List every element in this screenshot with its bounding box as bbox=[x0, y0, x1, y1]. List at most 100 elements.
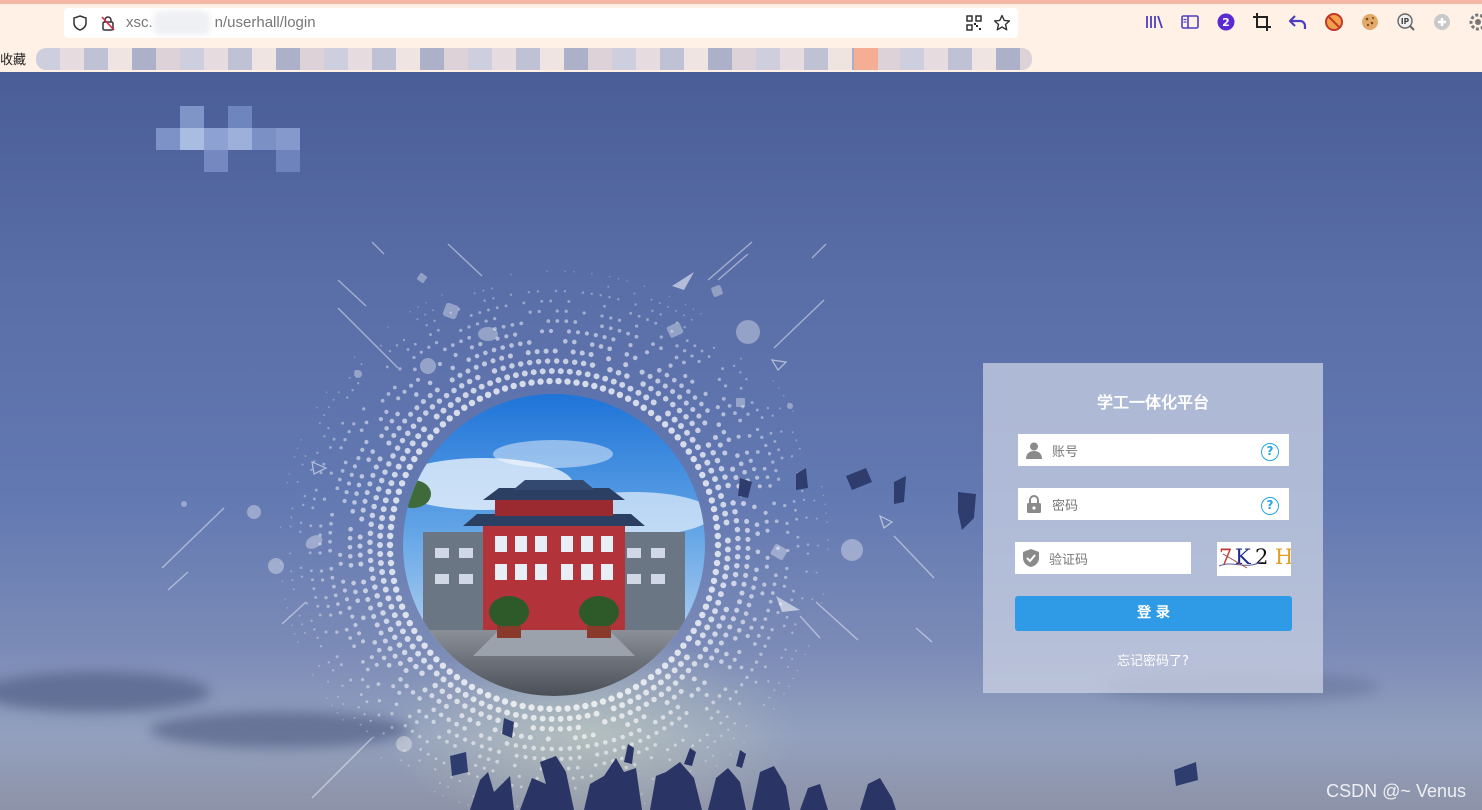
halo-dot bbox=[796, 544, 800, 548]
halo-dot bbox=[535, 776, 539, 781]
extension-puzzle-icon[interactable] bbox=[1432, 12, 1452, 32]
halo-dot bbox=[367, 557, 374, 564]
halo-dot bbox=[572, 735, 578, 741]
halo-dot bbox=[387, 326, 389, 328]
halo-dot bbox=[462, 726, 467, 731]
halo-dot bbox=[802, 498, 806, 502]
halo-dot bbox=[575, 714, 582, 721]
halo-dot bbox=[459, 339, 463, 344]
undo-back-icon[interactable] bbox=[1288, 12, 1308, 32]
captcha-field[interactable]: 验证码 bbox=[1015, 542, 1191, 574]
halo-dot bbox=[776, 610, 780, 615]
halo-dot bbox=[717, 377, 722, 382]
halo-dot bbox=[744, 450, 750, 455]
halo-dot bbox=[413, 392, 419, 397]
halo-dot bbox=[690, 627, 697, 635]
login-button[interactable]: 登 录 bbox=[1015, 596, 1292, 631]
halo-dot bbox=[387, 646, 393, 652]
halo-dot bbox=[478, 711, 484, 717]
halo-dot bbox=[575, 765, 580, 770]
halo-dot bbox=[732, 737, 735, 740]
crop-screenshot-icon[interactable] bbox=[1252, 12, 1272, 32]
halo-dot bbox=[433, 656, 440, 663]
halo-dot bbox=[392, 385, 397, 390]
halo-dot bbox=[330, 575, 335, 580]
halo-dot bbox=[722, 510, 729, 517]
halo-dot bbox=[300, 439, 302, 441]
halo-dot bbox=[540, 299, 544, 303]
halo-dot bbox=[598, 344, 604, 349]
settings-gear-icon[interactable] bbox=[1468, 12, 1482, 32]
halo-dot bbox=[555, 705, 562, 713]
halo-dot bbox=[526, 359, 533, 366]
halo-dot bbox=[344, 490, 349, 495]
halo-dot bbox=[528, 704, 535, 711]
adblock-icon[interactable] bbox=[1324, 12, 1344, 32]
halo-dot bbox=[610, 378, 617, 385]
halo-dot bbox=[798, 447, 801, 450]
halo-dot bbox=[361, 579, 367, 585]
halo-dot bbox=[615, 369, 622, 376]
sidebar-icon[interactable] bbox=[1180, 12, 1200, 32]
library-icon[interactable] bbox=[1144, 12, 1164, 32]
help-circle-icon[interactable]: ? bbox=[1261, 443, 1279, 461]
forgot-password-link[interactable]: 忘记密码了? bbox=[983, 650, 1323, 669]
halo-dot bbox=[727, 665, 732, 670]
halo-dot bbox=[764, 519, 769, 524]
halo-dot bbox=[827, 539, 829, 541]
halo-dot bbox=[398, 367, 402, 371]
halo-dot bbox=[668, 295, 671, 298]
halo-dot bbox=[424, 313, 427, 316]
halo-dot bbox=[695, 463, 702, 471]
halo-dot bbox=[367, 539, 373, 546]
captcha-image[interactable]: 7 K 2 H bbox=[1217, 542, 1291, 576]
halo-dot bbox=[332, 398, 335, 401]
halo-dot bbox=[382, 638, 388, 644]
halo-dot bbox=[734, 607, 740, 613]
halo-dot bbox=[387, 550, 394, 558]
halo-dot bbox=[723, 632, 729, 638]
address-bar[interactable]: xsc. n/userhall/login bbox=[64, 8, 1018, 38]
halo-dot bbox=[792, 677, 795, 680]
halo-dot bbox=[289, 552, 292, 555]
halo-dot bbox=[528, 379, 535, 386]
halo-dot bbox=[566, 766, 571, 771]
halo-dot bbox=[310, 619, 313, 623]
halo-dot bbox=[410, 690, 416, 695]
halo-dot bbox=[720, 582, 727, 589]
help-circle-icon[interactable]: ? bbox=[1261, 497, 1279, 515]
username-field[interactable]: 账号 ? bbox=[1018, 434, 1289, 466]
halo-dot bbox=[389, 514, 396, 522]
halo-dot bbox=[288, 473, 291, 475]
halo-dot bbox=[638, 738, 643, 744]
halo-dot bbox=[715, 764, 718, 767]
halo-dot bbox=[804, 653, 807, 656]
notification-badge-icon[interactable]: 2 bbox=[1216, 12, 1236, 32]
halo-dot bbox=[704, 760, 707, 762]
cookie-icon[interactable] bbox=[1360, 12, 1380, 32]
halo-dot bbox=[718, 493, 724, 499]
halo-dot bbox=[723, 687, 728, 692]
halo-dot bbox=[476, 688, 484, 695]
halo-dot bbox=[401, 649, 408, 656]
halo-dot bbox=[685, 667, 692, 674]
halo-dot bbox=[374, 593, 380, 599]
halo-dot bbox=[309, 569, 313, 573]
ip-lookup-icon[interactable]: IP bbox=[1396, 12, 1416, 32]
halo-dot bbox=[410, 423, 417, 429]
bookmark-star-icon[interactable] bbox=[993, 14, 1011, 32]
halo-dot bbox=[712, 434, 719, 441]
bookmarks-label[interactable]: 收藏 bbox=[0, 49, 26, 68]
password-field[interactable]: 密码 ? bbox=[1018, 488, 1289, 520]
halo-dot bbox=[368, 566, 375, 573]
halo-dot bbox=[648, 385, 654, 392]
qrcode-icon[interactable] bbox=[966, 15, 982, 31]
halo-dot bbox=[722, 573, 729, 580]
insecure-lock-icon[interactable] bbox=[100, 15, 116, 31]
halo-dot bbox=[390, 453, 396, 459]
halo-dot bbox=[608, 295, 611, 299]
halo-dot bbox=[815, 571, 818, 574]
tracking-shield-icon[interactable] bbox=[72, 15, 88, 31]
halo-dot bbox=[290, 570, 293, 573]
halo-dot bbox=[749, 594, 754, 599]
